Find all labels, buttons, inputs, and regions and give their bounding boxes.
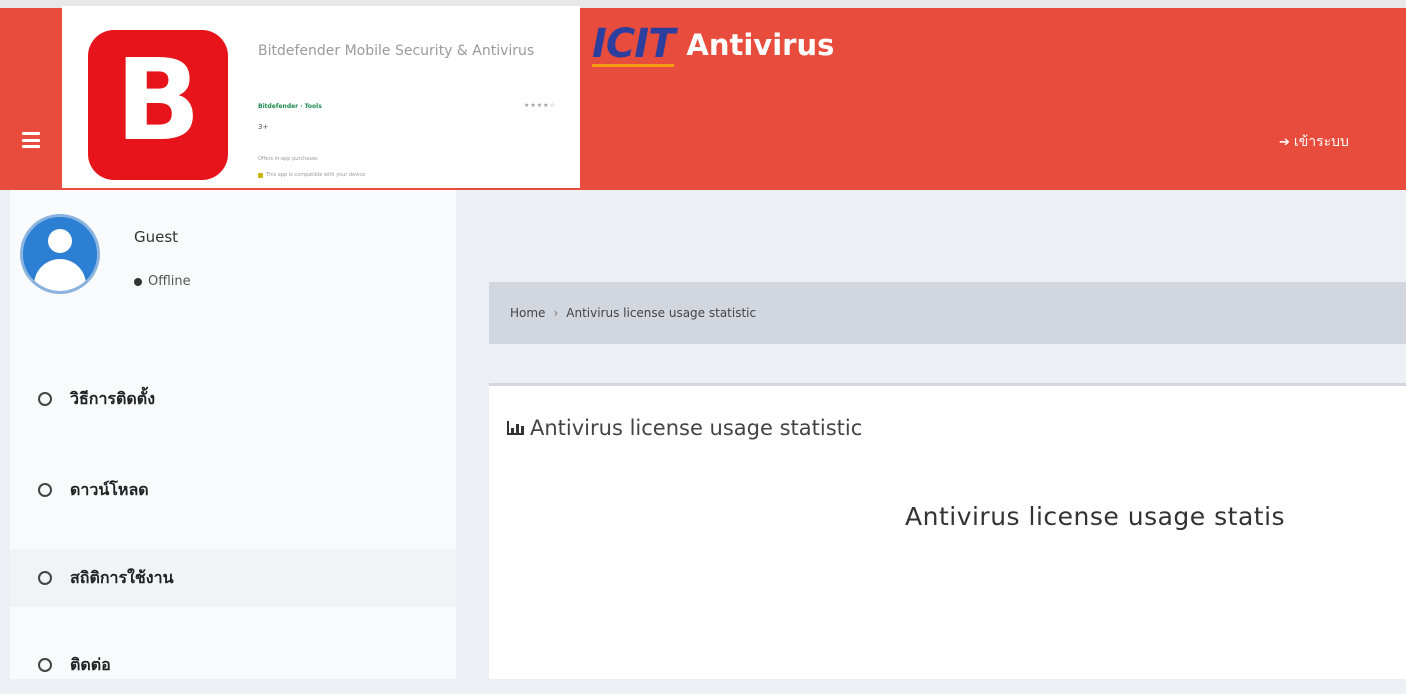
sidebar-item-download[interactable]: ดาวน์โหลด <box>10 461 456 519</box>
chart-title: Antivirus license usage statis <box>905 502 1286 531</box>
avatar <box>20 214 100 294</box>
top-navbar: B Bitdefender Mobile Security & Antiviru… <box>0 0 1406 190</box>
app-store-note: Offers in-app purchases <box>258 156 318 162</box>
user-status: Offline <box>134 274 191 289</box>
circle-icon <box>38 571 52 585</box>
status-dot-icon <box>134 277 142 286</box>
login-label: เข้าระบบ <box>1293 134 1349 150</box>
sidebar: Guest Offline วิธีการติดตั้ง ดาวน์โหลด ส… <box>10 190 456 679</box>
bitdefender-app-icon: B <box>88 30 228 180</box>
brand-name: Antivirus <box>686 27 835 62</box>
sidebar-item-label: ติดต่อ <box>70 654 111 674</box>
breadcrumb: Home › Antivirus license usage statistic <box>489 282 1406 344</box>
login-link[interactable]: ➔ เข้าระบบ <box>1279 131 1349 153</box>
bar-chart-icon <box>507 421 524 435</box>
sidebar-item-usage-statistics[interactable]: สถิติการใช้งาน <box>10 549 456 607</box>
brand[interactable]: ICIT Antivirus <box>592 22 834 68</box>
user-name: Guest <box>134 228 179 246</box>
app-store-developer: Bitdefender · Tools <box>258 103 322 110</box>
sign-in-icon: ➔ <box>1279 134 1290 150</box>
app-store-title: Bitdefender Mobile Security & Antivirus <box>258 43 535 59</box>
sidebar-item-label: ดาวน์โหลด <box>70 479 149 499</box>
sidebar-item-contact[interactable]: ติดต่อ <box>10 636 456 694</box>
circle-icon <box>38 483 52 497</box>
app-store-compat-text: This app is compatible with your device <box>266 172 366 178</box>
compat-icon <box>258 172 263 178</box>
app-store-compat-note: This app is compatible with your device <box>258 172 365 178</box>
statistics-panel: Antivirus license usage statistic Antivi… <box>489 383 1406 679</box>
app-store-card: B Bitdefender Mobile Security & Antiviru… <box>62 6 580 188</box>
breadcrumb-separator: › <box>553 306 559 320</box>
brand-logo: ICIT <box>592 20 675 67</box>
circle-icon <box>38 392 52 406</box>
circle-icon <box>38 658 52 672</box>
breadcrumb-current: Antivirus license usage statistic <box>566 306 757 320</box>
app-store-rating: ★★★★☆ <box>524 102 556 109</box>
user-status-label: Offline <box>148 274 191 289</box>
sidebar-item-label: สถิติการใช้งาน <box>70 567 174 587</box>
sidebar-item-install-guide[interactable]: วิธีการติดตั้ง <box>10 370 456 428</box>
app-icon-letter: B <box>115 36 201 166</box>
panel-header: Antivirus license usage statistic <box>507 416 862 440</box>
panel-title: Antivirus license usage statistic <box>530 416 863 440</box>
hamburger-menu-icon[interactable] <box>22 132 40 148</box>
sidebar-item-label: วิธีการติดตั้ง <box>70 388 155 408</box>
app-store-age-rating: 3+ <box>258 123 269 131</box>
breadcrumb-home[interactable]: Home <box>510 306 545 320</box>
